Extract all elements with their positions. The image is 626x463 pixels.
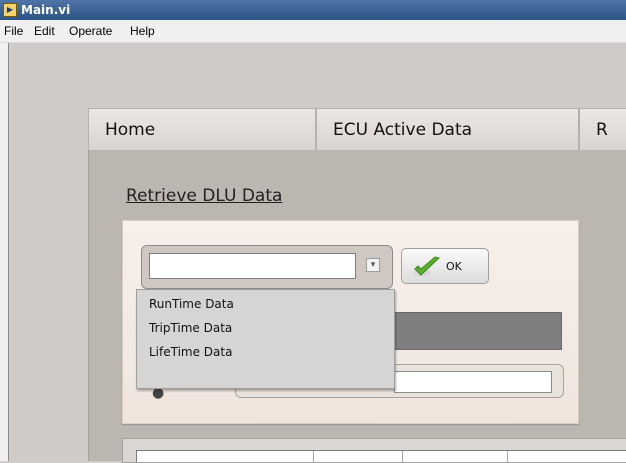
table-column-divider (507, 451, 508, 462)
tab-home-label: Home (105, 120, 156, 140)
tab-partial[interactable]: R (579, 108, 626, 150)
menu-edit[interactable]: Edit (34, 20, 55, 42)
window-title: Main.vi (21, 3, 71, 17)
data-type-dropdown-menu: RunTime Data TripTime Data LifeTime Data (136, 289, 395, 389)
table-column-divider (313, 451, 314, 462)
status-indicator (392, 312, 562, 350)
path-input[interactable] (394, 371, 552, 393)
window-gutter (0, 43, 8, 461)
dropdown-option-runtime[interactable]: RunTime Data (149, 297, 234, 311)
tab-ecu-active-data-label: ECU Active Data (333, 120, 473, 140)
ok-button[interactable]: OK (401, 248, 489, 284)
data-table[interactable] (136, 450, 626, 462)
data-type-combobox[interactable]: ▾ (141, 245, 393, 289)
menu-operate[interactable]: Operate (69, 20, 112, 42)
tab-partial-label: R (596, 120, 608, 140)
checkmark-icon (413, 256, 441, 277)
title-bar: ▶ Main.vi (0, 0, 626, 20)
tab-home[interactable]: Home (88, 108, 316, 150)
menu-file[interactable]: File (4, 20, 23, 42)
dropdown-arrow-icon[interactable]: ▾ (366, 258, 380, 272)
tab-control: Home ECU Active Data R (88, 108, 626, 150)
dropdown-option-lifetime[interactable]: LifeTime Data (149, 345, 232, 359)
menu-help[interactable]: Help (130, 20, 155, 42)
menu-bar: File Edit Operate Help (0, 20, 626, 43)
ok-button-label: OK (446, 260, 462, 273)
tab-ecu-active-data[interactable]: ECU Active Data (316, 108, 579, 150)
table-column-divider (402, 451, 403, 462)
combo-value-field[interactable] (149, 253, 356, 279)
dropdown-option-triptime[interactable]: TripTime Data (149, 321, 232, 335)
labview-vi-icon: ▶ (3, 3, 17, 17)
section-title: Retrieve DLU Data (126, 186, 283, 206)
